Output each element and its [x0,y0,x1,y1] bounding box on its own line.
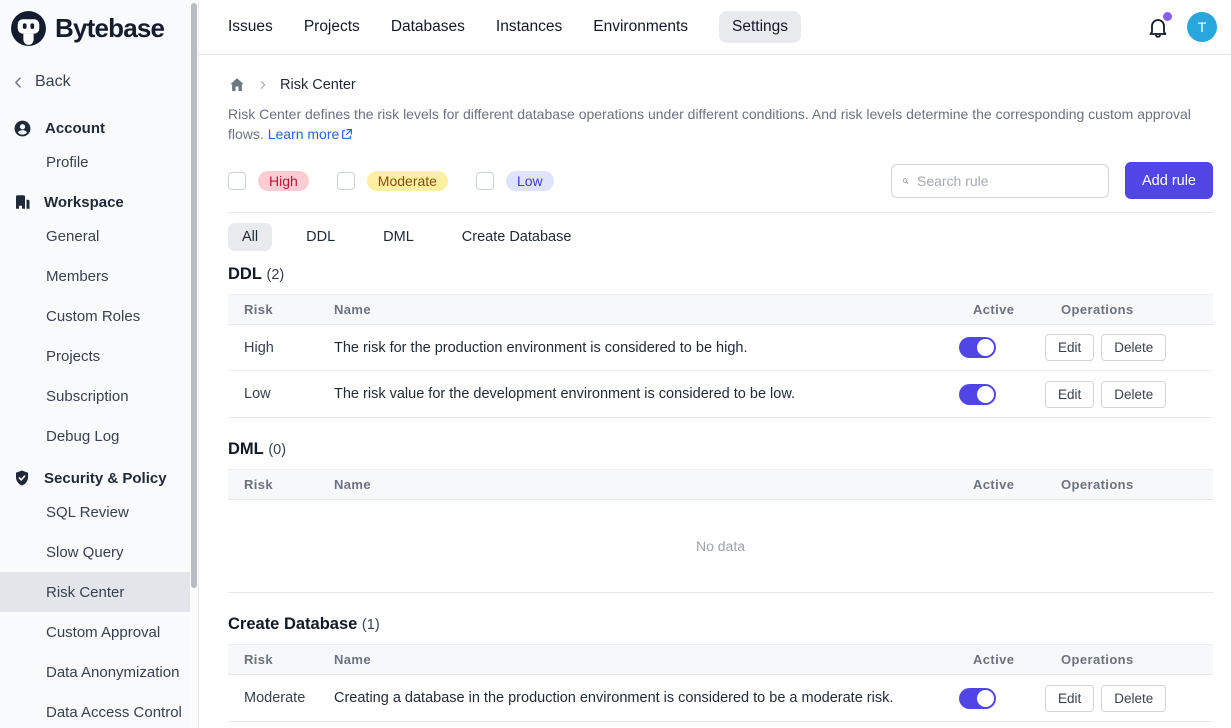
sidebar-item-custom-approval[interactable]: Custom Approval [0,612,190,652]
filter-moderate: Moderate [337,171,448,191]
sidebar-item-slow-query[interactable]: Slow Query [0,532,190,572]
moderate-badge: Moderate [367,171,448,191]
risk-center-content: Risk Center Risk Center defines the risk… [199,55,1231,722]
shield-check-icon [13,469,31,487]
breadcrumb-current: Risk Center [280,77,356,93]
nav-item-settings[interactable]: Settings [719,11,801,43]
brand-name: Bytebase [55,13,164,44]
sidebar-item-projects[interactable]: Projects [0,336,190,376]
sidebar-item-debug-log[interactable]: Debug Log [0,416,190,456]
empty-state: No data [228,500,1213,592]
tab-create-database[interactable]: Create Database [448,223,586,251]
table-header: Risk Name Active Operations [228,645,1213,675]
delete-button[interactable]: Delete [1101,334,1166,361]
page-description: Risk Center defines the risk levels for … [228,104,1213,144]
nav-item-databases[interactable]: Databases [391,18,465,36]
nav-item-issues[interactable]: Issues [228,18,273,36]
active-toggle[interactable] [959,384,996,405]
delete-button[interactable]: Delete [1101,685,1166,712]
app-window: Bytebase Back Account Profile Workspace … [0,0,1231,728]
scrollbar-thumb[interactable] [191,3,197,588]
main-area: Issues Projects Databases Instances Envi… [199,0,1231,728]
create-database-rule-table: Risk Name Active Operations Moderate Cre… [228,644,1213,722]
tab-all[interactable]: All [228,223,272,251]
bytebase-logo-icon [10,10,47,47]
add-rule-button[interactable]: Add rule [1125,162,1213,199]
moderate-checkbox[interactable] [337,172,355,190]
active-toggle[interactable] [959,688,996,709]
high-checkbox[interactable] [228,172,246,190]
dml-rule-table: Risk Name Active Operations No data [228,469,1213,593]
edit-button[interactable]: Edit [1045,334,1094,361]
section-title-dml: DML (0) [228,440,1213,459]
building-icon [13,193,31,211]
high-badge: High [258,171,309,191]
section-title-create-database: Create Database (1) [228,615,1213,634]
tab-dml[interactable]: DML [369,223,428,251]
section-title-ddl: DDL (2) [228,265,1213,284]
chevron-left-icon [12,76,25,89]
table-row: Moderate Creating a database in the prod… [228,675,1213,721]
sidebar-item-custom-roles[interactable]: Custom Roles [0,296,190,336]
nav-item-projects[interactable]: Projects [304,18,360,36]
filter-high: High [228,171,309,191]
back-button[interactable]: Back [12,68,190,96]
nav-item-instances[interactable]: Instances [496,18,562,36]
filter-low: Low [476,171,554,191]
table-header: Risk Name Active Operations [228,470,1213,500]
sidebar-item-subscription[interactable]: Subscription [0,376,190,416]
section-label: Security & Policy [44,470,167,487]
external-link-icon [340,128,353,141]
learn-more-link[interactable]: Learn more [268,126,354,142]
section-label: Account [45,120,105,137]
edit-button[interactable]: Edit [1045,685,1094,712]
settings-sidebar: Bytebase Back Account Profile Workspace … [0,0,190,728]
sidebar-item-data-access-control[interactable]: Data Access Control [0,692,190,728]
sidebar-section-security-policy: Security & Policy [0,464,190,492]
low-badge: Low [506,171,554,191]
active-toggle[interactable] [959,337,996,358]
notification-dot [1163,12,1172,21]
ddl-rule-table: Risk Name Active Operations High The ris… [228,294,1213,418]
sidebar-section-workspace: Workspace [0,188,190,216]
edit-button[interactable]: Edit [1045,381,1094,408]
search-rule-input[interactable] [917,173,1098,189]
table-header: Risk Name Active Operations [228,295,1213,325]
sidebar-scrollbar[interactable] [190,0,199,728]
sidebar-item-profile[interactable]: Profile [0,142,190,182]
top-navigation: Issues Projects Databases Instances Envi… [199,0,1231,55]
back-label: Back [35,73,71,91]
user-avatar[interactable]: T [1187,12,1217,42]
home-icon[interactable] [228,76,246,94]
tab-ddl[interactable]: DDL [292,223,349,251]
sidebar-section-account: Account [0,114,190,142]
breadcrumb: Risk Center [228,75,1213,95]
section-label: Workspace [44,194,124,211]
brand-logo[interactable]: Bytebase [0,0,190,56]
search-icon [902,173,909,189]
low-checkbox[interactable] [476,172,494,190]
filter-toolbar: High Moderate Low [228,162,1213,213]
table-row: Low The risk value for the development e… [228,371,1213,417]
nav-item-environments[interactable]: Environments [593,18,688,36]
sidebar-item-risk-center[interactable]: Risk Center [0,572,190,612]
category-tabs: All DDL DML Create Database [228,223,1213,251]
search-rule-box [891,164,1109,198]
notification-bell-button[interactable] [1146,15,1170,39]
sidebar-item-general[interactable]: General [0,216,190,256]
sidebar-item-data-anonymization[interactable]: Data Anonymization [0,652,190,692]
sidebar-item-members[interactable]: Members [0,256,190,296]
table-row: High The risk for the production environ… [228,325,1213,371]
user-icon [13,119,32,138]
delete-button[interactable]: Delete [1101,381,1166,408]
chevron-right-icon [258,80,268,90]
sidebar-item-sql-review[interactable]: SQL Review [0,492,190,532]
